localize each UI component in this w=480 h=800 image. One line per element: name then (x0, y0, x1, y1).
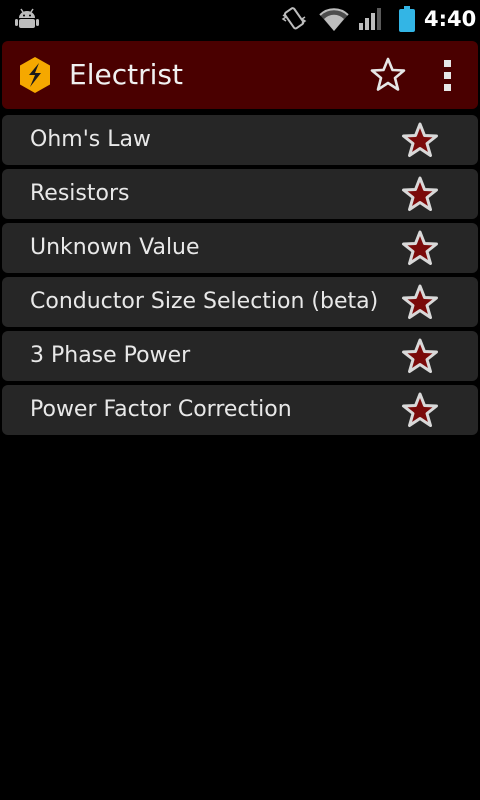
battery-icon (399, 6, 415, 32)
list-item-power-factor-correction[interactable]: Power Factor Correction (2, 385, 478, 435)
tool-list: Ohm's Law Resistors Unknown Value Conduc… (2, 115, 478, 439)
list-item-label: Unknown Value (30, 235, 200, 260)
wifi-icon (319, 8, 349, 32)
android-debug-icon (15, 8, 39, 28)
list-item-label: Resistors (30, 181, 130, 206)
app-logo-icon[interactable] (16, 56, 54, 94)
list-item-label: Conductor Size Selection (beta) (30, 289, 379, 314)
signal-icon (359, 8, 381, 30)
status-bar: 4:40 (0, 0, 480, 38)
list-item-conductor-size-selection[interactable]: Conductor Size Selection (beta) (2, 277, 478, 327)
favorite-star-icon[interactable] (401, 176, 439, 214)
vibrate-icon (281, 7, 307, 30)
list-item-label: 3 Phase Power (30, 343, 191, 368)
action-bar: Electrist (2, 41, 478, 109)
overflow-menu-icon[interactable] (434, 57, 460, 95)
star-outline-icon[interactable] (369, 56, 407, 94)
favorite-star-icon[interactable] (401, 392, 439, 430)
list-item-resistors[interactable]: Resistors (2, 169, 478, 219)
list-item-label: Ohm's Law (30, 127, 151, 152)
favorite-star-icon[interactable] (401, 230, 439, 268)
list-item-ohms-law[interactable]: Ohm's Law (2, 115, 478, 165)
app-title: Electrist (69, 58, 183, 91)
favorite-star-icon[interactable] (401, 122, 439, 160)
status-time: 4:40 (424, 7, 477, 31)
list-item-unknown-value[interactable]: Unknown Value (2, 223, 478, 273)
list-item-label: Power Factor Correction (30, 397, 292, 422)
favorite-star-icon[interactable] (401, 338, 439, 376)
favorite-star-icon[interactable] (401, 284, 439, 322)
list-item-3-phase-power[interactable]: 3 Phase Power (2, 331, 478, 381)
